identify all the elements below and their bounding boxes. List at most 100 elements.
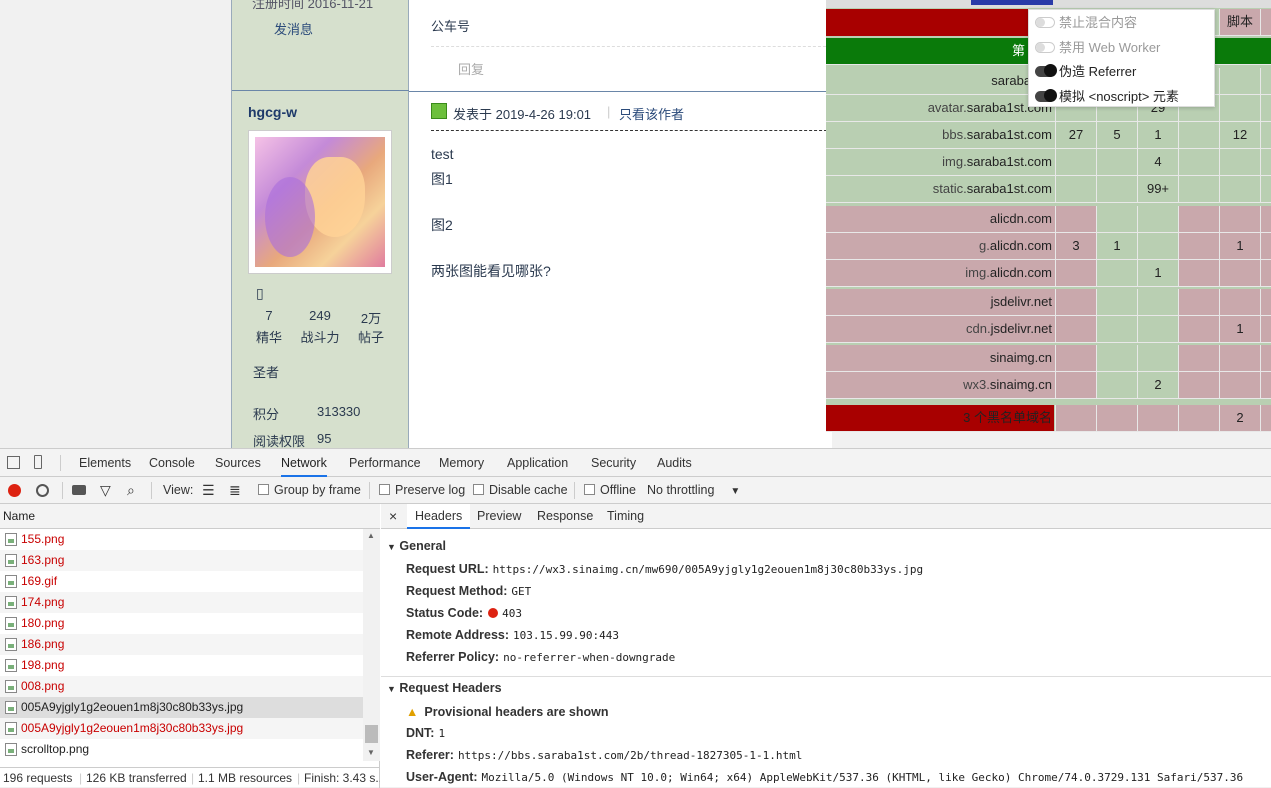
- count-cell[interactable]: [1096, 372, 1137, 398]
- detail-tab[interactable]: Response: [537, 504, 593, 529]
- count-cell[interactable]: 12: [1219, 122, 1260, 148]
- domain-row[interactable]: static.saraba1st.com 99+: [826, 176, 1271, 203]
- name-column-header[interactable]: Name: [0, 504, 380, 529]
- offline-checkbox[interactable]: Offline: [584, 477, 636, 504]
- count-cell[interactable]: [1096, 149, 1137, 175]
- count-cell[interactable]: [1137, 345, 1178, 371]
- count-cell[interactable]: [1260, 233, 1271, 259]
- toggle-switch[interactable]: [1035, 17, 1055, 28]
- search-icon[interactable]: ⌕: [127, 477, 135, 504]
- count-cell[interactable]: 4: [1137, 149, 1178, 175]
- count-cell[interactable]: [1055, 405, 1096, 431]
- count-cell[interactable]: [1055, 176, 1096, 202]
- request-row[interactable]: 008.png: [0, 676, 363, 697]
- request-row[interactable]: 174.png: [0, 592, 363, 613]
- popup-option[interactable]: 伪造 Referrer: [1029, 60, 1216, 84]
- count-cell[interactable]: [1137, 316, 1178, 342]
- waterfall-icon[interactable]: ≣: [229, 477, 241, 504]
- detail-tab[interactable]: Preview: [477, 504, 521, 529]
- count-cell[interactable]: 2: [1137, 372, 1178, 398]
- request-row[interactable]: 155.png: [0, 529, 363, 550]
- group-by-frame-checkbox[interactable]: Group by frame: [258, 477, 361, 504]
- count-cell[interactable]: [1096, 345, 1137, 371]
- count-cell[interactable]: [1096, 206, 1137, 232]
- count-cell[interactable]: [1260, 68, 1271, 94]
- request-row[interactable]: 169.gif: [0, 571, 363, 592]
- count-cell[interactable]: [1219, 289, 1260, 315]
- domain-row[interactable]: cdn.jsdelivr.net 1: [826, 316, 1271, 343]
- send-message-link[interactable]: 发消息: [274, 19, 313, 38]
- count-cell[interactable]: [1260, 260, 1271, 286]
- count-cell[interactable]: [1219, 95, 1260, 121]
- count-cell[interactable]: 1: [1219, 233, 1260, 259]
- count-cell[interactable]: [1178, 345, 1219, 371]
- close-icon[interactable]: ×: [389, 504, 397, 529]
- count-cell[interactable]: [1096, 405, 1137, 431]
- count-cell[interactable]: [1137, 289, 1178, 315]
- count-cell[interactable]: [1260, 345, 1271, 371]
- count-cell[interactable]: [1055, 345, 1096, 371]
- devtools-tab[interactable]: Application: [507, 449, 568, 477]
- domain-row[interactable]: img.alicdn.com 1: [826, 260, 1271, 287]
- count-cell[interactable]: [1055, 289, 1096, 315]
- general-section-header[interactable]: ▼ General: [387, 539, 446, 553]
- record-icon[interactable]: [8, 484, 21, 497]
- domain-row[interactable]: sinaimg.cn: [826, 345, 1271, 372]
- count-cell[interactable]: [1178, 176, 1219, 202]
- domain-row[interactable]: bbs.saraba1st.com 27 5 1 12: [826, 122, 1271, 149]
- count-cell[interactable]: 1: [1096, 233, 1137, 259]
- count-cell[interactable]: [1178, 233, 1219, 259]
- count-cell[interactable]: [1260, 149, 1271, 175]
- domain-row[interactable]: img.saraba1st.com 4: [826, 149, 1271, 176]
- devtools-tab[interactable]: Elements: [79, 449, 131, 477]
- count-cell[interactable]: 1: [1137, 260, 1178, 286]
- domain-row[interactable]: wx3.sinaimg.cn 2: [826, 372, 1271, 399]
- count-cell[interactable]: 2: [1219, 405, 1260, 431]
- device-toolbar-icon[interactable]: [34, 455, 42, 469]
- request-row[interactable]: scrolltop.png: [0, 739, 363, 760]
- devtools-tab[interactable]: Performance: [349, 449, 421, 477]
- count-cell[interactable]: 27: [1055, 122, 1096, 148]
- count-cell[interactable]: [1178, 372, 1219, 398]
- count-cell[interactable]: [1178, 149, 1219, 175]
- count-cell[interactable]: [1055, 206, 1096, 232]
- preserve-log-checkbox[interactable]: Preserve log: [379, 477, 465, 504]
- request-row[interactable]: 186.png: [0, 634, 363, 655]
- popup-option[interactable]: 禁止混合内容: [1029, 11, 1216, 35]
- count-cell[interactable]: [1178, 206, 1219, 232]
- disable-cache-checkbox[interactable]: Disable cache: [473, 477, 568, 504]
- devtools-tab[interactable]: Audits: [657, 449, 692, 477]
- request-row[interactable]: 005A9yjgly1g2eouen1m8j30c80b33ys.jpg: [0, 697, 363, 718]
- count-cell[interactable]: [1096, 176, 1137, 202]
- count-cell[interactable]: [1178, 122, 1219, 148]
- domain-row[interactable]: g.alicdn.com 3 1 1: [826, 233, 1271, 260]
- count-cell[interactable]: [1096, 289, 1137, 315]
- detail-tab[interactable]: Timing: [607, 504, 644, 529]
- large-rows-icon[interactable]: ☰: [202, 477, 215, 504]
- count-cell[interactable]: 5: [1096, 122, 1137, 148]
- count-cell[interactable]: [1096, 316, 1137, 342]
- devtools-tab[interactable]: Sources: [215, 449, 261, 477]
- count-cell[interactable]: 3: [1055, 233, 1096, 259]
- count-cell[interactable]: [1219, 149, 1260, 175]
- count-cell[interactable]: [1178, 260, 1219, 286]
- count-cell[interactable]: [1260, 122, 1271, 148]
- count-cell[interactable]: [1137, 405, 1178, 431]
- count-cell[interactable]: [1137, 233, 1178, 259]
- count-cell[interactable]: [1260, 206, 1271, 232]
- count-cell[interactable]: 1: [1219, 316, 1260, 342]
- count-cell[interactable]: [1137, 206, 1178, 232]
- screenshot-icon[interactable]: [72, 485, 86, 495]
- count-cell[interactable]: [1260, 372, 1271, 398]
- count-cell[interactable]: 99+: [1137, 176, 1178, 202]
- throttling-select[interactable]: No throttling ▼: [647, 477, 740, 504]
- request-row[interactable]: 180.png: [0, 613, 363, 634]
- count-cell[interactable]: 1: [1137, 122, 1178, 148]
- request-row[interactable]: 163.png: [0, 550, 363, 571]
- count-cell[interactable]: [1219, 176, 1260, 202]
- count-cell[interactable]: [1178, 289, 1219, 315]
- count-cell[interactable]: [1260, 316, 1271, 342]
- toggle-switch[interactable]: [1035, 41, 1055, 53]
- count-cell[interactable]: [1260, 405, 1271, 431]
- author-username[interactable]: hgcg-w: [248, 104, 297, 120]
